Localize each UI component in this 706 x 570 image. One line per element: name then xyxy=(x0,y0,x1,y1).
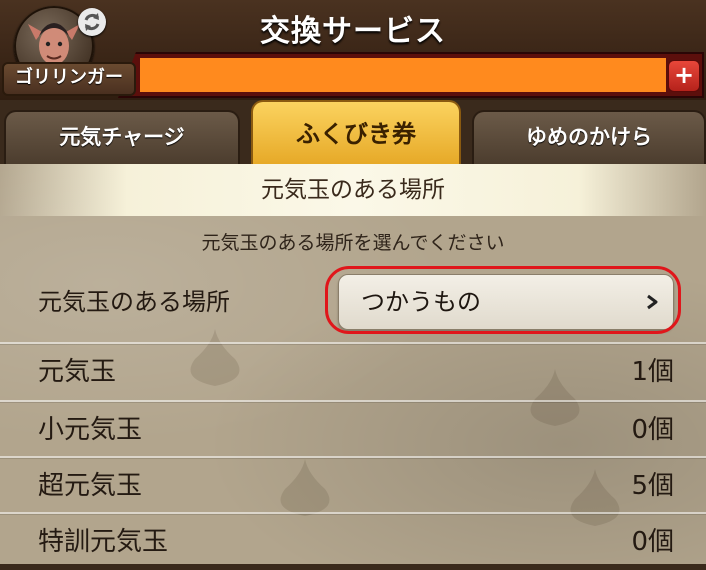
section-title: 元気玉のある場所 xyxy=(0,164,706,216)
content-panel: 元気玉のある場所 元気玉のある場所を選んでください 元気玉のある場所 つかうもの… xyxy=(0,164,706,564)
tab-yume-no-kakera[interactable]: ゆめのかけら xyxy=(472,110,706,164)
add-button[interactable]: + xyxy=(668,60,700,92)
tab-fukubiki-ticket[interactable]: ふくびき券 xyxy=(251,100,461,166)
instruction-text: 元気玉のある場所を選んでください xyxy=(201,232,505,254)
player-name: ゴリリンガー xyxy=(2,62,136,96)
swap-character-icon[interactable] xyxy=(78,8,106,36)
item-name: 元気玉 xyxy=(38,357,117,387)
item-count: 0個 xyxy=(631,527,674,557)
item-name: 超元気玉 xyxy=(38,471,143,501)
header-bar: 交換サービス + ゴリリンガー xyxy=(0,0,706,100)
item-name: 小元気玉 xyxy=(38,415,143,445)
list-item: 特訓元気玉 0個 xyxy=(0,512,706,570)
item-count: 0個 xyxy=(631,415,674,445)
item-name: 特訓元気玉 xyxy=(38,527,169,557)
tab-bar: 元気チャージ ふくびき券 ゆめのかけら xyxy=(0,100,706,166)
tab-genki-charge[interactable]: 元気チャージ xyxy=(4,110,240,164)
list-item: 元気玉 1個 xyxy=(0,342,706,400)
highlight-outline xyxy=(325,266,681,334)
item-count: 1個 xyxy=(631,357,674,387)
item-count: 5個 xyxy=(631,471,674,501)
list-item: 超元気玉 5個 xyxy=(0,456,706,514)
genki-gauge-bar xyxy=(140,58,666,92)
list-item: 小元気玉 0個 xyxy=(0,400,706,458)
location-label: 元気玉のある場所 xyxy=(38,288,230,316)
